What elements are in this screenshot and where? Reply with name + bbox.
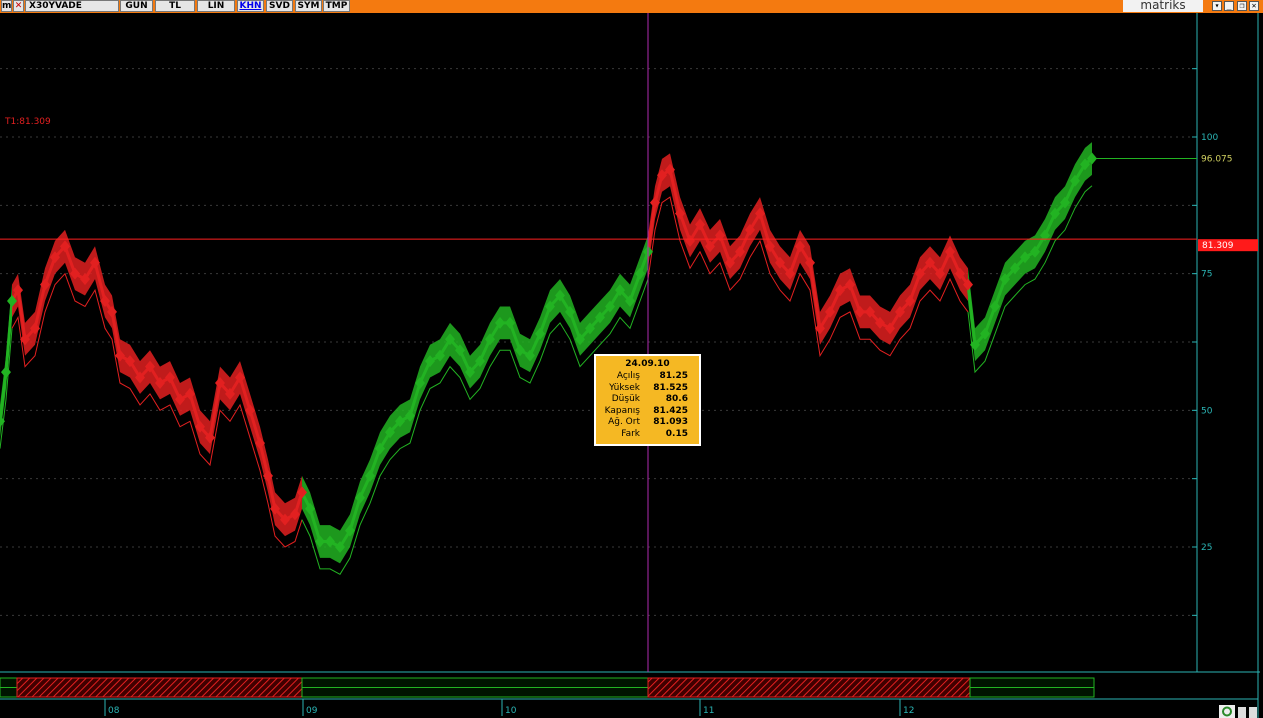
y-tick-label: 75 [1201, 270, 1212, 280]
y-tick-label: 50 [1201, 406, 1213, 416]
x-tick-label: 08 [108, 706, 120, 716]
tooltip-label: Açılış [616, 371, 640, 381]
tooltip-row: Düşük 80.6 [596, 394, 699, 406]
tooltip-row: Fark 0.15 [596, 429, 699, 441]
x-tick-label: 09 [306, 706, 318, 716]
y-tick-label: 25 [1201, 543, 1212, 553]
x-tick-label: 12 [903, 706, 914, 716]
strip-down-block [647, 677, 971, 698]
tooltip-label: Düşük [611, 394, 640, 404]
x-tick-label: 11 [703, 706, 714, 716]
tooltip-value: 81.525 [653, 382, 688, 393]
strip-down-block [16, 677, 303, 698]
tooltip-row: Yüksek 81.525 [596, 383, 699, 395]
scroll-button-1[interactable] [1238, 707, 1246, 718]
x-axis: 08 09 10 11 12 [0, 698, 1258, 716]
tooltip-row: Kapanış 81.425 [596, 406, 699, 418]
trend-badge-value: 81.309 [1202, 241, 1234, 251]
trend-strip [0, 677, 1095, 698]
tooltip-row: Açılış 81.25 [596, 371, 699, 383]
tooltip-label: Kapanış [604, 405, 640, 416]
last-price-label: 96.075 [1201, 154, 1233, 164]
tooltip-value: 0.15 [665, 428, 688, 439]
y-tick-label: 100 [1201, 133, 1218, 143]
ohlc-tooltip: 24.09.10 Açılış 81.25 Yüksek 81.525 Düşük 8… [594, 354, 701, 446]
trend-label: T1:81.309 [4, 117, 51, 127]
tooltip-value: 81.093 [653, 417, 688, 427]
x-tick-label: 10 [505, 706, 517, 716]
tooltip-label: Fark [621, 428, 640, 439]
tooltip-date: 24.09.10 [625, 359, 670, 369]
tooltip-value: 81.425 [653, 405, 688, 416]
tooltip-row: Ağ. Ort 81.093 [596, 417, 699, 429]
tooltip-value: 81.25 [659, 371, 688, 381]
tooltip-label: Yüksek [609, 382, 640, 393]
tooltip-label: Ağ. Ort [608, 417, 640, 427]
scroll-button-2[interactable] [1249, 707, 1257, 718]
tooltip-value: 80.6 [665, 394, 688, 404]
plot-area [0, 13, 1197, 672]
